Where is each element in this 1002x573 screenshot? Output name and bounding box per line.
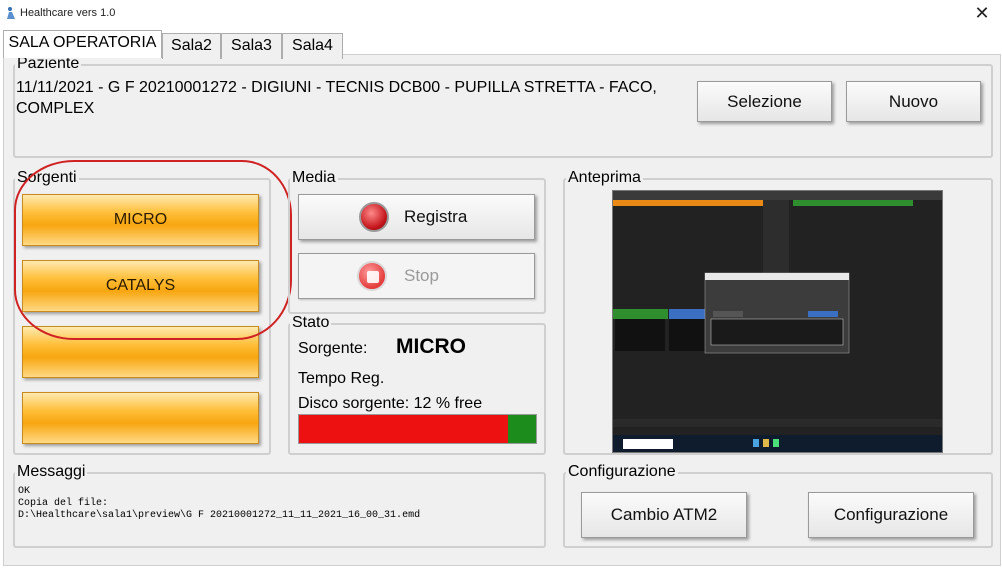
configurazione-button[interactable]: Configurazione <box>808 492 974 538</box>
stop-label: Stop <box>404 266 439 285</box>
tab-sala-operatoria[interactable]: SALA OPERATORIA <box>3 30 162 58</box>
registra-label: Registra <box>404 207 468 226</box>
messaggi-label: Messaggi <box>15 463 88 480</box>
tab-sala3[interactable]: Sala3 <box>221 33 282 59</box>
stop-icon <box>357 261 387 291</box>
app-icon <box>7 7 15 19</box>
patient-info: 11/11/2021 - G F 20210001272 - DIGIUNI -… <box>16 79 657 117</box>
tab-sala2[interactable]: Sala2 <box>162 33 221 59</box>
record-icon <box>359 202 389 232</box>
annotation-ellipse <box>14 160 292 340</box>
message-line-1: OK <box>18 486 31 497</box>
paziente-label: Paziente <box>15 55 82 72</box>
selezione-button[interactable]: Selezione <box>697 81 832 122</box>
disk-usage-bar <box>298 414 537 444</box>
preview-image <box>612 190 943 453</box>
disco-sorgente-label: Disco sorgente: 12 % free <box>298 395 483 412</box>
tab-sala4[interactable]: Sala4 <box>282 33 343 59</box>
message-line-2: Copia del file: <box>18 498 109 509</box>
cambio-atm2-button[interactable]: Cambio ATM2 <box>581 492 747 538</box>
preview-screen-graphic <box>613 191 942 452</box>
disk-free-fill <box>507 415 536 443</box>
registra-button[interactable]: Registra <box>298 194 535 240</box>
sorgente-label: Sorgente: <box>298 340 368 357</box>
stato-label: Stato <box>290 314 332 331</box>
window-title: Healthcare vers 1.0 <box>20 7 116 19</box>
source-button-4[interactable] <box>22 392 259 444</box>
close-icon[interactable]: ✕ <box>970 3 994 23</box>
anteprima-label: Anteprima <box>566 169 643 186</box>
nuovo-button[interactable]: Nuovo <box>846 81 981 122</box>
media-label: Media <box>290 169 338 186</box>
configurazione-label: Configurazione <box>566 463 678 480</box>
sorgente-value: MICRO <box>396 335 466 358</box>
tempo-reg-label: Tempo Reg. <box>298 370 385 387</box>
stop-button[interactable]: Stop <box>298 253 535 299</box>
message-line-3: D:\Healthcare\sala1\preview\G F 20210001… <box>18 510 421 521</box>
title-bar: Healthcare vers 1.0 ✕ <box>0 0 1002 28</box>
